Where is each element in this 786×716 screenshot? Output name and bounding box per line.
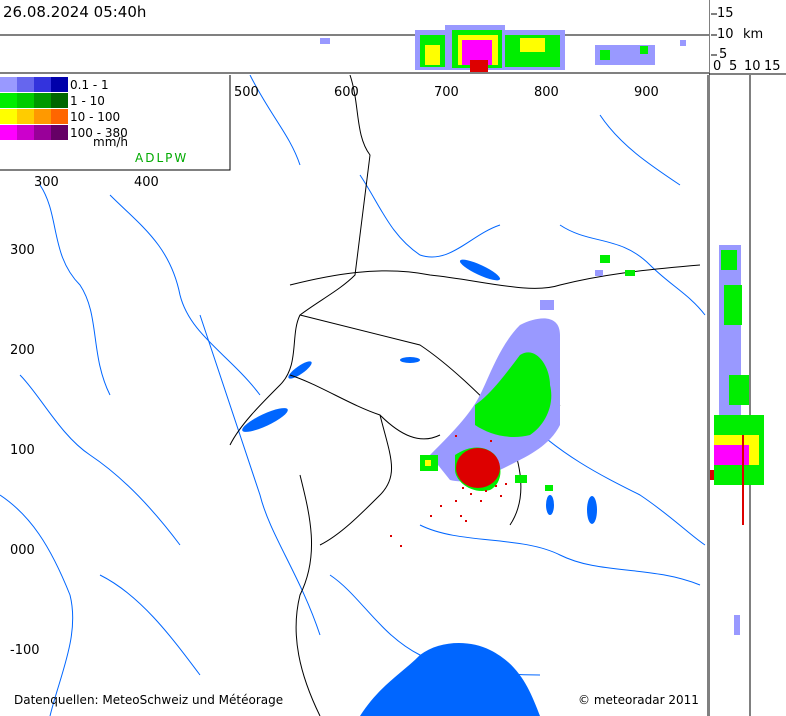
legend-swatch: [0, 125, 17, 140]
y-tick-000: 000: [10, 543, 35, 558]
y-tick-200: 200: [10, 343, 35, 358]
legend-label-1: 0.1 - 1: [70, 78, 109, 92]
map-canvas[interactable]: 0.1 - 1 1 - 10 10 - 100 100 - 380 mm/h A…: [0, 74, 709, 716]
height-scale-corner: 15 10 km 5 0 5 10 15: [708, 0, 786, 75]
x-tick-700: 700: [434, 85, 459, 100]
map-svg: [0, 74, 709, 716]
legend-swatch: [51, 125, 68, 140]
legend-swatch: [34, 125, 51, 140]
y-tick-100: 100: [10, 443, 35, 458]
legend-unit: mm/h: [93, 135, 129, 149]
y-tick-300: 300: [10, 243, 35, 258]
width-tick-0: 0: [713, 59, 722, 74]
legend-panel: 0.1 - 1 1 - 10 10 - 100 100 - 380 mm/h A…: [0, 75, 226, 168]
x-tick-800: 800: [534, 85, 559, 100]
y-tick-minus100: -100: [10, 643, 40, 658]
side-height-profile: [708, 75, 786, 716]
legend-swatch: [51, 77, 68, 92]
data-sources: Datenquellen: MeteoSchweiz und Météorage: [14, 693, 284, 707]
x-tick-600: 600: [334, 85, 359, 100]
legend-swatch: [0, 77, 17, 92]
x-tick-400: 400: [134, 175, 159, 190]
width-tick-5: 5: [729, 59, 738, 74]
legend-swatch: [17, 109, 34, 124]
legend-label-2: 1 - 10: [70, 94, 105, 108]
legend-swatch: [17, 93, 34, 108]
width-tick-10: 10: [744, 59, 761, 74]
x-tick-900: 900: [634, 85, 659, 100]
legend-row-2: 1 - 10: [0, 93, 220, 109]
top-profile-echo: [320, 25, 686, 72]
legend-swatch: [0, 109, 17, 124]
height-unit-label: km: [743, 27, 764, 42]
legend-swatch: [34, 77, 51, 92]
side-profile-svg: [708, 75, 764, 716]
legend-swatch: [17, 125, 34, 140]
legend-row-1: 0.1 - 1: [0, 77, 220, 93]
legend-swatch: [51, 109, 68, 124]
x-tick-300: 300: [34, 175, 59, 190]
legend-swatch: [34, 109, 51, 124]
side-profile-echo: [710, 245, 764, 635]
legend-swatch: [17, 77, 34, 92]
copyright: © meteoradar 2011: [578, 693, 699, 707]
x-tick-500: 500: [234, 85, 259, 100]
legend-swatch: [0, 93, 17, 108]
station-code: ADLPW: [135, 151, 189, 165]
width-tick-15: 15: [764, 59, 781, 74]
height-tick-10: 10: [717, 27, 734, 42]
legend-swatch: [51, 93, 68, 108]
timestamp: 26.08.2024 05:40h: [3, 3, 147, 21]
legend-label-3: 10 - 100: [70, 110, 121, 124]
top-height-profile: 26.08.2024 05:40h: [0, 0, 709, 75]
legend-swatch: [34, 93, 51, 108]
radar-map-view: 26.08.2024 05:40h 15 10 km 5 0 5 10 15 0…: [0, 0, 786, 716]
height-tick-15: 15: [717, 6, 734, 21]
legend-row-3: 10 - 100: [0, 109, 220, 125]
